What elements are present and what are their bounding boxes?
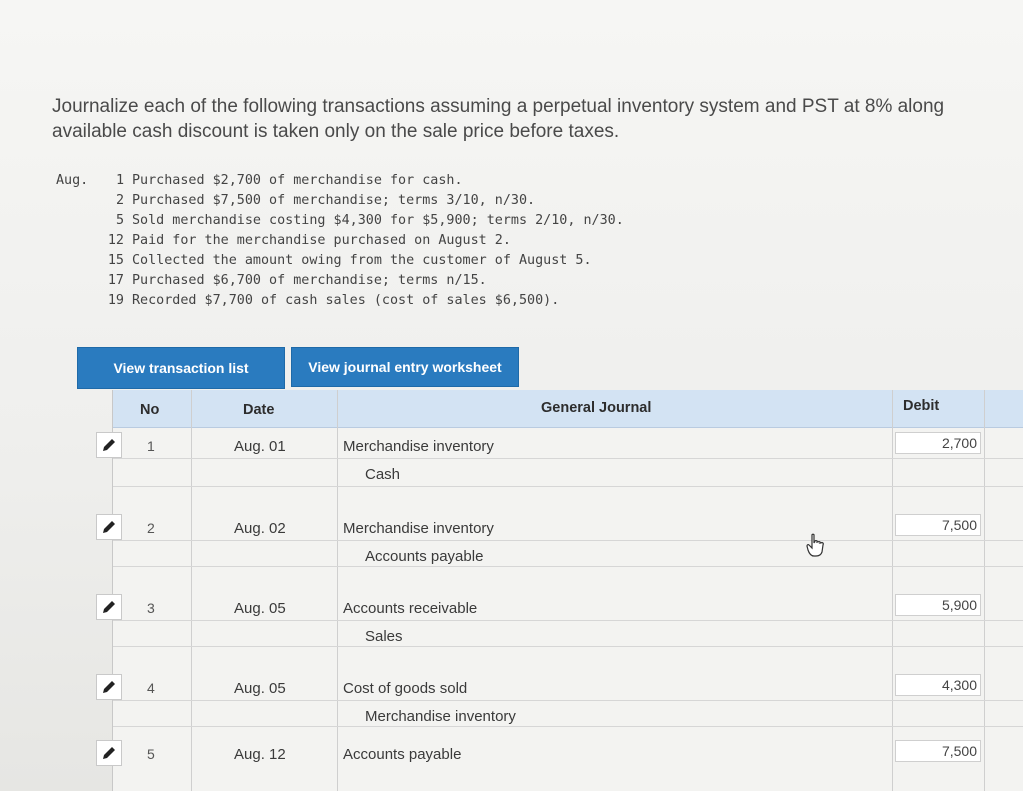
pencil-icon[interactable]: [96, 432, 122, 458]
entry-number: 5: [147, 746, 155, 762]
entry-number: 2: [147, 520, 155, 536]
journal-entry-row: 1 Aug. 01 Merchandise inventory Cash 2,7…: [96, 432, 1023, 512]
journal-header-row: No Date General Journal Debit: [113, 390, 1023, 428]
transaction-item: 19 Recorded $7,700 of cash sales (cost o…: [56, 291, 624, 311]
transaction-item: Aug. 1 Purchased $2,700 of merchandise f…: [56, 171, 624, 191]
transaction-text: Collected the amount owing from the cust…: [132, 253, 592, 268]
transaction-text: Purchased $2,700 of merchandise for cash…: [132, 173, 463, 188]
credit-account: Cash: [365, 466, 401, 483]
transaction-day: 1: [115, 173, 124, 188]
transaction-text: Purchased $6,700 of merchandise; terms n…: [132, 273, 487, 288]
debit-account: Cost of goods sold: [343, 680, 468, 697]
journal-entry-row: 3 Aug. 05 Accounts receivable Sales 5,90…: [96, 594, 1023, 674]
entry-number: 1: [147, 438, 155, 454]
transaction-month: Aug.: [56, 173, 89, 188]
transaction-item: 12 Paid for the merchandise purchased on…: [56, 231, 624, 251]
transaction-list: Aug. 1 Purchased $2,700 of merchandise f…: [56, 171, 624, 311]
transaction-item: 5 Sold merchandise costing $4,300 for $5…: [56, 211, 624, 231]
transaction-text: Sold merchandise costing $4,300 for $5,9…: [132, 213, 624, 228]
debit-account: Merchandise inventory: [343, 438, 494, 455]
debit-amount-field[interactable]: 5,900: [895, 594, 981, 616]
view-transaction-list-button[interactable]: View transaction list: [77, 347, 285, 389]
debit-amount-field[interactable]: 7,500: [895, 740, 981, 762]
transaction-item: 2 Purchased $7,500 of merchandise; terms…: [56, 191, 624, 211]
pencil-icon[interactable]: [96, 740, 122, 766]
header-general-journal: General Journal: [541, 400, 652, 416]
instructions-line-1: Journalize each of the following transac…: [52, 96, 945, 117]
journal-entry-row: 5 Aug. 12 Accounts payable 7,500: [96, 740, 1023, 791]
debit-amount-field[interactable]: 2,700: [895, 432, 981, 454]
instructions: Journalize each of the following transac…: [52, 94, 1020, 144]
debit-amount-field[interactable]: 7,500: [895, 514, 981, 536]
entry-date: Aug. 02: [234, 520, 286, 537]
transaction-day: 17: [107, 273, 124, 288]
pencil-icon[interactable]: [96, 674, 122, 700]
pencil-icon[interactable]: [96, 594, 122, 620]
page: Journalize each of the following transac…: [0, 0, 1023, 791]
entry-number: 4: [147, 680, 155, 696]
transaction-text: Purchased $7,500 of merchandise; terms 3…: [132, 193, 536, 208]
entry-number: 3: [147, 600, 155, 616]
general-journal-table: No Date General Journal Debit 1 Aug. 01 …: [96, 390, 1023, 791]
debit-account: Accounts receivable: [343, 600, 478, 617]
view-journal-worksheet-button[interactable]: View journal entry worksheet: [291, 347, 519, 387]
entry-date: Aug. 05: [234, 600, 286, 617]
transaction-text: Recorded $7,700 of cash sales (cost of s…: [132, 293, 560, 308]
debit-account: Accounts payable: [343, 746, 462, 763]
transaction-day: 19: [107, 293, 124, 308]
transaction-item: 17 Purchased $6,700 of merchandise; term…: [56, 271, 624, 291]
transaction-day: 2: [115, 193, 124, 208]
debit-account: Merchandise inventory: [343, 520, 494, 537]
hand-cursor-icon: [806, 533, 824, 557]
header-date: Date: [243, 402, 275, 418]
transaction-text: Paid for the merchandise purchased on Au…: [132, 233, 511, 248]
credit-account: Merchandise inventory: [365, 708, 516, 725]
entry-date: Aug. 12: [234, 746, 286, 763]
instructions-line-2: available cash discount is taken only on…: [52, 121, 620, 142]
debit-amount-field[interactable]: 4,300: [895, 674, 981, 696]
header-no: No: [140, 402, 160, 418]
entry-date: Aug. 05: [234, 680, 286, 697]
transaction-day: 15: [107, 253, 124, 268]
transaction-day: 5: [115, 213, 124, 228]
credit-account: Sales: [365, 628, 403, 645]
pencil-icon[interactable]: [96, 514, 122, 540]
journal-entry-row: 2 Aug. 02 Merchandise inventory Accounts…: [96, 514, 1023, 594]
entry-date: Aug. 01: [234, 438, 286, 455]
button-bar: View transaction list View journal entry…: [77, 347, 519, 389]
credit-account: Accounts payable: [365, 548, 484, 565]
transaction-day: 12: [107, 233, 124, 248]
header-debit: Debit: [903, 398, 940, 414]
transaction-item: 15 Collected the amount owing from the c…: [56, 251, 624, 271]
